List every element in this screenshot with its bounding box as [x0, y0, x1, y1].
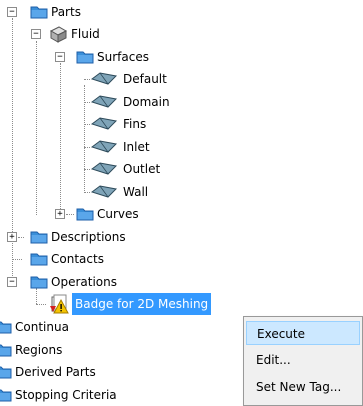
folder-icon	[0, 389, 12, 402]
folder-icon	[76, 51, 94, 64]
folder-icon	[0, 366, 12, 379]
folder-icon	[30, 231, 48, 244]
tree-line	[12, 18, 13, 282]
surface-icon	[90, 117, 118, 130]
folder-icon	[0, 321, 12, 334]
badge-warning-icon	[50, 294, 69, 314]
tree-node-label: Derived Parts	[15, 365, 96, 379]
surface-icon	[90, 95, 118, 108]
tree-node-surface-outlet[interactable]: Outlet	[90, 158, 163, 180]
expand-toggle[interactable]: +	[7, 232, 17, 242]
tree-line	[36, 304, 46, 305]
tree-line	[12, 259, 22, 260]
tree-node-label: Contacts	[51, 252, 104, 266]
execute-menu-item[interactable]: Execute	[246, 321, 360, 345]
tree-node-curves[interactable]: Curves	[76, 203, 142, 225]
collapse-toggle[interactable]: −	[7, 7, 17, 17]
tree-node-label: Operations	[51, 275, 117, 289]
tree-node-label: Outlet	[123, 162, 161, 176]
context-menu: Execute Edit... Set New Tag...	[243, 316, 363, 406]
tree-node-label: Inlet	[123, 140, 150, 154]
tree-node-contacts[interactable]: Contacts	[30, 248, 107, 270]
tree-node-label: Domain	[123, 95, 170, 109]
surface-icon	[90, 72, 118, 85]
tree-node-surfaces[interactable]: Surfaces	[76, 46, 152, 68]
tree-node-parts[interactable]: Parts	[30, 1, 84, 23]
tree-node-surface-inlet[interactable]: Inlet	[90, 136, 153, 158]
tree-node-label: Continua	[15, 320, 69, 334]
collapse-toggle[interactable]: −	[7, 277, 17, 287]
tree-node-surface-wall[interactable]: Wall	[90, 181, 151, 203]
tree-node-stopping-criteria[interactable]: Stopping Criteria	[0, 384, 120, 406]
tree-node-surface-default[interactable]: Default	[90, 68, 170, 90]
surface-icon	[90, 162, 118, 175]
tree-node-label: Default	[123, 72, 167, 86]
tree-node-surface-fins[interactable]: Fins	[90, 113, 149, 135]
tree-node-label: Curves	[97, 207, 139, 221]
tree-node-label: Descriptions	[51, 230, 126, 244]
tree-node-badge-2d-meshing[interactable]: Badge for 2D Meshing	[48, 293, 212, 315]
set-new-tag-menu-item[interactable]: Set New Tag...	[246, 375, 360, 399]
tree-node-descriptions[interactable]: Descriptions	[30, 226, 129, 248]
collapse-toggle[interactable]: −	[31, 29, 41, 39]
tree-node-label: Stopping Criteria	[15, 388, 117, 402]
folder-icon	[30, 6, 48, 19]
tree-line	[66, 214, 74, 215]
tree-node-operations[interactable]: Operations	[30, 271, 120, 293]
tree-line	[18, 237, 24, 238]
tree-node-regions[interactable]: Regions	[0, 339, 65, 361]
tree-line	[60, 63, 61, 215]
folder-icon	[30, 253, 48, 266]
tree-node-label: Fluid	[71, 27, 100, 41]
surface-icon	[90, 140, 118, 153]
tree-node-label: Regions	[15, 343, 63, 357]
tree-node-surface-domain[interactable]: Domain	[90, 91, 173, 113]
part-icon	[49, 26, 68, 43]
tree-node-label: Wall	[123, 185, 149, 199]
folder-icon	[30, 276, 48, 289]
tree-node-continua[interactable]: Continua	[0, 316, 72, 338]
tree-node-label: Badge for 2D Meshing	[72, 293, 212, 315]
expand-toggle[interactable]: +	[55, 209, 65, 219]
tree-node-label: Surfaces	[97, 50, 149, 64]
surface-icon	[90, 185, 118, 198]
tree-line	[36, 41, 37, 215]
tree-node-fluid[interactable]: Fluid	[48, 23, 103, 45]
tree-node-label: Parts	[51, 5, 81, 19]
tree-node-label: Fins	[123, 117, 147, 131]
folder-icon	[76, 208, 94, 221]
tree-node-derived-parts[interactable]: Derived Parts	[0, 361, 99, 383]
collapse-toggle[interactable]: −	[55, 52, 65, 62]
edit-menu-item[interactable]: Edit...	[246, 348, 360, 372]
folder-icon	[0, 344, 12, 357]
